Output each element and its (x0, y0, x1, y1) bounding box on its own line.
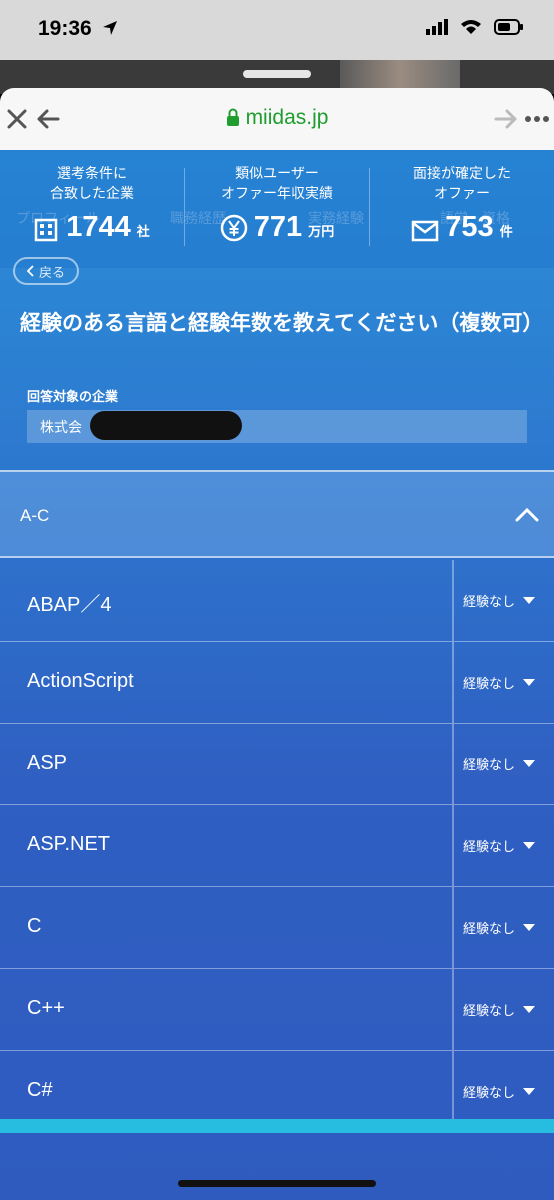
page-content: プロフィール 職務経歴 実務経験 語学・資格 選考条件に 合致した企業 1744… (0, 150, 554, 1200)
list-item: C++ 経験なし (0, 968, 554, 1051)
accordion-header-a-c[interactable]: A-C (0, 470, 554, 558)
stat-label: 選考条件に 合致した企業 (50, 166, 134, 202)
list-item: ASP 経験なし (0, 723, 554, 806)
caret-down-icon (523, 760, 536, 768)
list-item: ASP.NET 経験なし (0, 805, 554, 888)
experience-value: 経験なし (463, 594, 516, 610)
stat-value: 1744 (66, 211, 131, 243)
experience-value: 経験なし (463, 1003, 516, 1019)
chevron-left-icon (26, 265, 34, 277)
experience-select[interactable]: 経験なし (454, 805, 554, 886)
browser-toolbar: miidas.jp (0, 88, 554, 150)
battery-icon (494, 19, 523, 35)
language-name: ABAP／4 (27, 594, 112, 616)
experience-select[interactable]: 経験なし (454, 642, 554, 723)
stat-companies: 選考条件に 合致した企業 1744 社 (0, 164, 184, 242)
language-name: ActionScript (27, 669, 134, 692)
stat-value: 771 (253, 211, 303, 243)
stat-unit: 件 (499, 225, 513, 240)
experience-value: 経験なし (463, 676, 516, 692)
company-label: 回答対象の企業 (27, 390, 119, 405)
wifi-icon (461, 20, 481, 34)
chevron-up-icon (515, 507, 539, 522)
language-name: C# (27, 1078, 53, 1101)
section-title: A-C (20, 506, 50, 525)
experience-value: 経験なし (463, 840, 516, 856)
caret-down-icon (523, 842, 536, 850)
url-domain: miidas.jp (245, 106, 329, 129)
caret-down-icon (523, 596, 536, 604)
yen-icon (220, 214, 248, 242)
status-icons (426, 19, 524, 35)
caret-down-icon (523, 1088, 536, 1096)
experience-value: 経験なし (463, 922, 516, 938)
experience-value: 経験なし (463, 1086, 516, 1102)
caret-down-icon (523, 924, 536, 932)
language-name: C (27, 915, 42, 938)
company-field: 株式会 (27, 410, 527, 443)
experience-select[interactable]: 経験なし (454, 887, 554, 968)
language-name: C++ (27, 996, 65, 1019)
language-name: ASP (27, 751, 68, 774)
experience-value: 経験なし (463, 758, 516, 774)
company-value: 株式会 (40, 420, 82, 436)
status-bar: 19:36 (0, 0, 554, 60)
more-icon[interactable] (524, 115, 550, 123)
question-title: 経験のある言語と経験年数を教えてください（複数可） (20, 311, 544, 335)
stat-offers: 面接が確定した オファー 753 件 (370, 164, 554, 242)
stats-banner: 選考条件に 合致した企業 1744 社 類似ユーザー オファー年収実績 771 (0, 150, 554, 268)
experience-select[interactable]: 経験なし (454, 724, 554, 805)
back-button[interactable]: 戻る (13, 257, 79, 285)
stat-label: 面接が確定した オファー (413, 166, 511, 202)
list-item: ActionScript 経験なし (0, 641, 554, 724)
back-label: 戻る (38, 265, 65, 281)
experience-select[interactable]: 経験なし (454, 969, 554, 1050)
stat-unit: 万円 (308, 225, 335, 240)
forward-arrow-icon[interactable] (494, 108, 518, 130)
stat-value: 753 (445, 211, 494, 243)
location-arrow-icon (103, 21, 117, 35)
status-time: 19:36 (38, 17, 92, 40)
list-item: ABAP／4 経験なし (0, 560, 554, 642)
home-indicator[interactable] (178, 1180, 376, 1187)
sheet-grabber[interactable] (243, 70, 311, 78)
language-name: ASP.NET (27, 833, 110, 856)
url-display[interactable]: miidas.jp (0, 106, 554, 130)
lock-icon (226, 108, 239, 126)
list-item: C 経験なし (0, 887, 554, 969)
caret-down-icon (523, 678, 536, 686)
language-list: ABAP／4 経験なし ActionScript 経験なし ASP 経験なし A… (0, 560, 554, 1133)
mail-icon (412, 220, 439, 242)
redaction (90, 411, 242, 440)
building-icon (34, 218, 58, 242)
stat-unit: 社 (136, 225, 150, 240)
signal-icon (426, 19, 448, 35)
stat-salary: 類似ユーザー オファー年収実績 771 万円 (185, 164, 369, 242)
experience-select[interactable]: 経験なし (454, 560, 554, 641)
footer-band (0, 1119, 554, 1133)
stat-label: 類似ユーザー オファー年収実績 (221, 166, 333, 202)
caret-down-icon (523, 1005, 536, 1013)
